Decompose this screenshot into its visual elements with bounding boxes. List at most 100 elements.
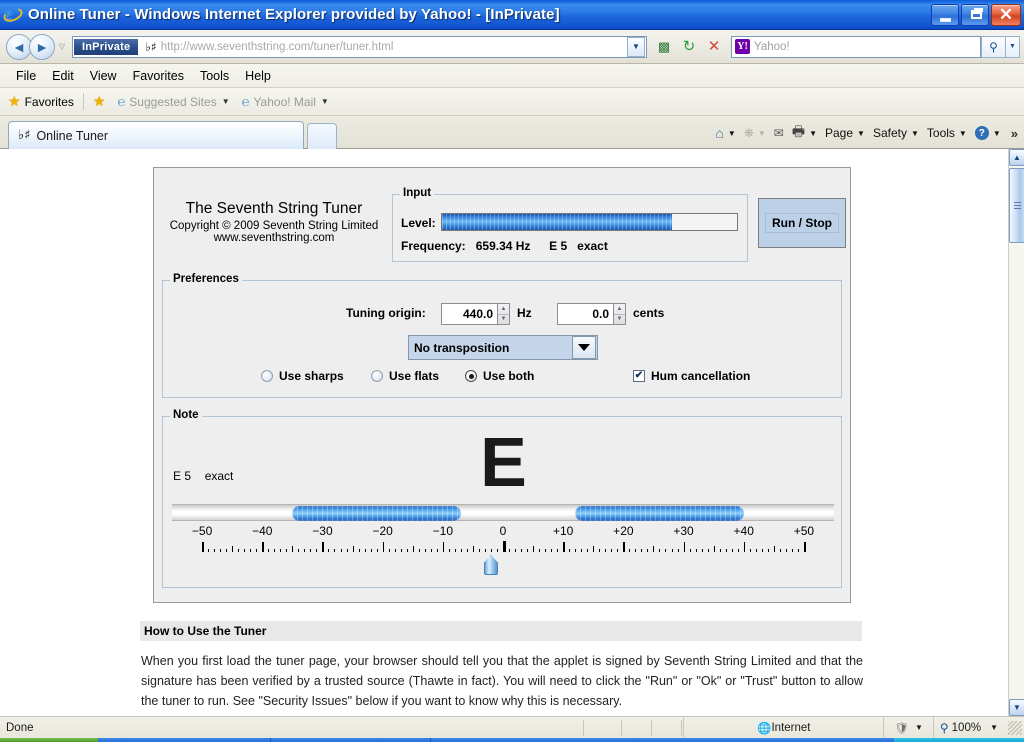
compatibility-view-button[interactable]: ▩ <box>653 36 675 58</box>
stop-button[interactable]: ✕ <box>703 36 725 58</box>
tools-menu-button[interactable]: Tools ▼ <box>927 126 967 140</box>
tick-mark <box>785 549 787 552</box>
feeds-button[interactable]: ❋ ▼ <box>744 126 766 140</box>
tick-mark <box>292 546 294 552</box>
stepper-down-icon[interactable]: ▼ <box>498 315 509 325</box>
home-button[interactable]: ⌂ ▼ <box>715 125 735 141</box>
favorites-item-suggested-sites[interactable]: ℮ Suggested Sites ▼ <box>117 94 229 109</box>
security-zone[interactable]: 🌐 Internet <box>683 716 883 739</box>
run-stop-button[interactable]: Run / Stop <box>758 198 846 248</box>
stepper-up-icon[interactable]: ▲ <box>614 304 625 315</box>
tick-mark <box>629 549 631 552</box>
checkbox-hum-cancellation[interactable]: ✔ Hum cancellation <box>633 369 750 383</box>
toolbar-divider <box>82 93 84 110</box>
tuning-meter-segment <box>575 506 744 521</box>
vertical-scrollbar[interactable]: ▲ ▼ <box>1008 149 1024 716</box>
tick-mark <box>400 549 402 552</box>
tuning-scale-label: −20 <box>372 524 393 538</box>
refresh-button[interactable]: ↻ <box>678 36 700 58</box>
scroll-up-button[interactable]: ▲ <box>1009 149 1024 166</box>
tick-mark <box>430 549 432 552</box>
menu-file[interactable]: File <box>8 67 44 85</box>
page-menu-button[interactable]: Page ▼ <box>825 126 865 140</box>
tick-mark <box>803 542 806 552</box>
scrollbar-thumb[interactable] <box>1009 168 1024 243</box>
stepper-down-icon[interactable]: ▼ <box>614 315 625 325</box>
address-input[interactable]: InPrivate ♭♯ http://www.seventhstring.co… <box>72 35 647 58</box>
radio-use-both[interactable]: Use both <box>465 369 534 383</box>
radio-use-sharps[interactable]: Use sharps <box>261 369 344 383</box>
search-provider-dropdown[interactable]: ▼ <box>1005 35 1020 58</box>
search-input[interactable]: Yahoo! <box>754 41 790 53</box>
tick-mark <box>310 549 312 552</box>
command-bar-overflow-button[interactable]: » <box>1011 126 1018 141</box>
transposition-dropdown-button[interactable] <box>572 336 596 359</box>
frequency-value: 659.34 Hz <box>475 239 531 253</box>
input-group-legend: Input <box>400 187 435 199</box>
stepper-up-icon[interactable]: ▲ <box>498 304 509 315</box>
safety-menu-label: Safety <box>872 126 907 140</box>
search-button[interactable]: ⚲ <box>981 35 1005 58</box>
tuning-origin-hz-stepper[interactable]: ▲ ▼ <box>497 303 510 325</box>
menu-view[interactable]: View <box>82 67 125 85</box>
address-dropdown-button[interactable]: ▼ <box>627 36 645 57</box>
tick-mark <box>424 549 426 552</box>
tab-online-tuner[interactable]: ♭♯ Online Tuner <box>8 121 304 149</box>
favorites-item-yahoo-mail[interactable]: ℮ Yahoo! Mail ▼ <box>242 94 329 109</box>
tick-mark <box>767 549 769 552</box>
print-button[interactable]: 🖶 ▼ <box>792 121 817 145</box>
tuning-origin-hz-spinner[interactable]: 440.0 ▲ ▼ <box>441 303 510 325</box>
tick-mark <box>647 549 649 552</box>
system-tray <box>894 738 1024 742</box>
tuning-origin-cents-spinner[interactable]: 0.0 ▲ ▼ <box>557 303 626 325</box>
search-box[interactable]: Y! Yahoo! <box>731 35 981 58</box>
close-button[interactable]: ✕ <box>991 3 1021 26</box>
close-icon: ✕ <box>998 5 1014 24</box>
menu-tools[interactable]: Tools <box>192 67 237 85</box>
tuning-origin-hz-input[interactable]: 440.0 <box>441 303 497 325</box>
tick-mark <box>346 549 348 552</box>
favorites-button[interactable]: ★ Favorites <box>8 93 74 110</box>
tick-mark <box>442 542 445 552</box>
recent-pages-button[interactable]: ▽ <box>55 42 69 51</box>
tuning-origin-cents-stepper[interactable]: ▲ ▼ <box>613 303 626 325</box>
tick-mark <box>527 549 529 552</box>
tick-mark <box>611 549 613 552</box>
applet-branding: The Seventh String Tuner Copyright © 200… <box>168 200 380 244</box>
read-mail-button[interactable]: ✉ <box>774 126 784 140</box>
tick-mark <box>316 549 318 552</box>
level-meter <box>441 213 738 231</box>
new-tab-button[interactable] <box>307 123 337 149</box>
menu-help[interactable]: Help <box>237 67 279 85</box>
start-button[interactable] <box>0 738 98 742</box>
tick-mark <box>286 549 288 552</box>
tick-mark <box>755 549 757 552</box>
applet-copyright: Copyright © 2009 Seventh String Limited <box>169 220 379 232</box>
restore-button[interactable] <box>961 3 989 26</box>
help-menu-button[interactable]: ? ▼ <box>974 126 1001 140</box>
tick-mark <box>484 549 486 552</box>
add-favorite-icon: ★ <box>92 93 106 109</box>
radio-use-flats[interactable]: Use flats <box>371 369 439 383</box>
transposition-selected-value: No transposition <box>414 340 510 355</box>
protected-mode-indicator[interactable]: 🛡 ▼ <box>883 716 933 739</box>
chevron-down-icon: ▼ <box>992 128 1001 138</box>
transposition-select[interactable]: No transposition <box>408 335 598 360</box>
rss-icon: ❋ <box>743 126 754 140</box>
menu-favorites[interactable]: Favorites <box>125 67 192 85</box>
minimize-button[interactable] <box>931 3 959 26</box>
checkbox-checked-icon: ✔ <box>633 370 645 382</box>
scroll-down-button[interactable]: ▼ <box>1009 699 1024 716</box>
tuning-origin-cents-input[interactable]: 0.0 <box>557 303 613 325</box>
tuning-scale-label: +30 <box>673 524 694 538</box>
safety-menu-button[interactable]: Safety ▼ <box>873 126 919 140</box>
forward-button[interactable]: ► <box>29 33 55 60</box>
page-favicon-icon: ♭♯ <box>145 39 157 54</box>
tick-mark <box>226 549 228 552</box>
add-to-favorites-bar-button[interactable]: ★ <box>93 93 110 110</box>
resize-grip[interactable] <box>1008 720 1022 735</box>
menu-edit[interactable]: Edit <box>44 67 82 85</box>
tick-mark <box>406 549 408 552</box>
printer-icon: 🖶 <box>791 123 806 139</box>
zoom-control[interactable]: ⚲ 100% ▼ <box>932 716 1004 739</box>
